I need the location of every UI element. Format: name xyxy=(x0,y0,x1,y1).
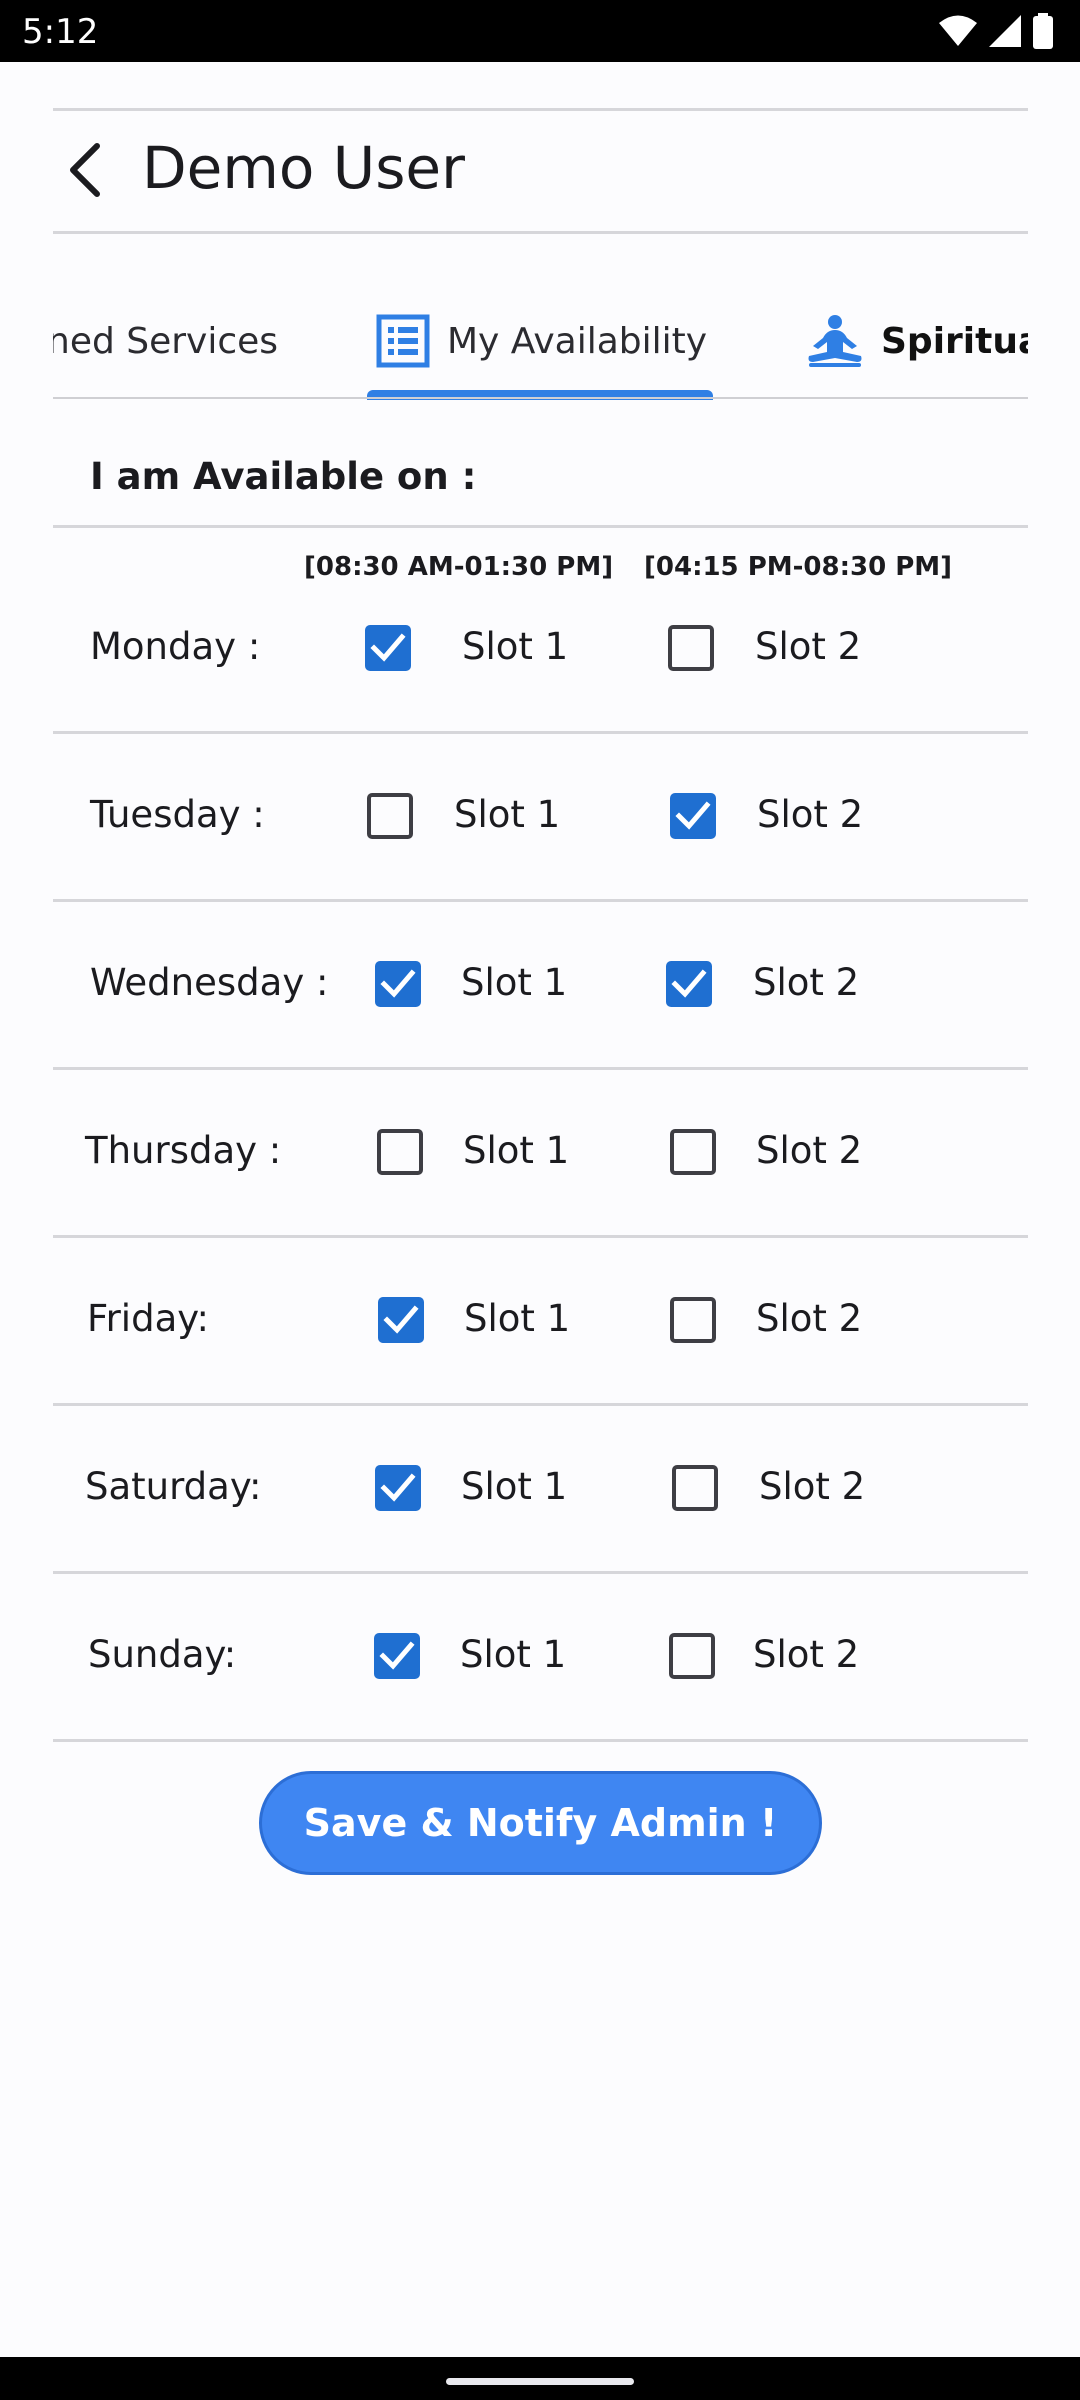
slot2-checkbox[interactable] xyxy=(666,961,712,1007)
slot1-label[interactable]: Slot 1 xyxy=(464,1297,570,1340)
day-divider xyxy=(53,1739,1028,1742)
day-row-tuesday: Tuesday : Slot 1 Slot 2 xyxy=(0,771,1080,861)
day-row-monday: Monday : Slot 1 Slot 2 xyxy=(0,603,1080,693)
day-divider xyxy=(53,1403,1028,1406)
checkmark-icon xyxy=(383,1305,419,1334)
tab-assigned-services[interactable]: ned Services xyxy=(53,282,278,400)
tab-my-availability[interactable]: My Availability xyxy=(375,282,707,400)
tab-label: ned Services xyxy=(53,320,279,362)
day-label: Saturday: xyxy=(85,1465,262,1508)
tab-spiritual[interactable]: Spiritua xyxy=(805,282,1028,400)
slot2-checkbox[interactable] xyxy=(668,625,714,671)
save-notify-admin-button[interactable]: Save & Notify Admin ! xyxy=(259,1771,822,1875)
slot2-label[interactable]: Slot 2 xyxy=(753,961,859,1004)
back-button[interactable] xyxy=(56,138,114,202)
checkmark-icon xyxy=(370,633,406,662)
day-divider xyxy=(53,1571,1028,1574)
slot1-checkbox[interactable] xyxy=(378,1297,424,1343)
day-label: Tuesday : xyxy=(90,793,265,836)
tabs-divider xyxy=(53,397,1028,399)
slot1-label[interactable]: Slot 1 xyxy=(460,1633,566,1676)
slot2-label[interactable]: Slot 2 xyxy=(756,1297,862,1340)
slot1-label[interactable]: Slot 1 xyxy=(454,793,560,836)
day-label: Sunday: xyxy=(88,1633,237,1676)
list-icon xyxy=(376,314,430,368)
slot2-checkbox[interactable] xyxy=(670,793,716,839)
status-bar: 5:12 xyxy=(0,0,1080,62)
day-row-saturday: Saturday: Slot 1 Slot 2 xyxy=(0,1443,1080,1533)
checkmark-icon xyxy=(380,1473,416,1502)
tab-label: Spiritua xyxy=(881,320,1028,362)
slot1-label[interactable]: Slot 1 xyxy=(461,1465,567,1508)
slot1-label[interactable]: Slot 1 xyxy=(462,625,568,668)
slot1-checkbox[interactable] xyxy=(377,1129,423,1175)
cellular-signal-icon xyxy=(989,15,1021,47)
slot2-label[interactable]: Slot 2 xyxy=(759,1465,865,1508)
slot2-checkbox[interactable] xyxy=(669,1633,715,1679)
slot1-checkbox[interactable] xyxy=(365,625,411,671)
page-title: Demo User xyxy=(142,134,465,202)
meditation-icon xyxy=(808,315,862,367)
slot2-label[interactable]: Slot 2 xyxy=(757,793,863,836)
home-indicator[interactable] xyxy=(446,2378,634,2385)
checkmark-icon xyxy=(380,969,416,998)
day-row-friday: Friday: Slot 1 Slot 2 xyxy=(0,1275,1080,1365)
slot2-label[interactable]: Slot 2 xyxy=(755,625,861,668)
slot2-checkbox[interactable] xyxy=(672,1465,718,1511)
status-time: 5:12 xyxy=(22,12,99,52)
day-label: Friday: xyxy=(87,1297,209,1340)
wifi-icon xyxy=(939,15,977,46)
day-divider xyxy=(53,899,1028,902)
header-top-divider xyxy=(53,108,1028,111)
slot1-checkbox[interactable] xyxy=(374,1633,420,1679)
slot1-time-range: [08:30 AM-01:30 PM] xyxy=(304,552,614,582)
day-row-wednesday: Wednesday : Slot 1 Slot 2 xyxy=(0,939,1080,1029)
slot1-label[interactable]: Slot 1 xyxy=(461,961,567,1004)
day-divider xyxy=(53,1235,1028,1238)
day-label: Thursday : xyxy=(85,1129,282,1172)
battery-icon xyxy=(1033,13,1053,49)
checkmark-icon xyxy=(379,1641,415,1670)
day-label: Monday : xyxy=(90,625,261,668)
slot1-checkbox[interactable] xyxy=(375,1465,421,1511)
checkmark-icon xyxy=(671,969,707,998)
slot2-checkbox[interactable] xyxy=(670,1129,716,1175)
day-divider xyxy=(53,1067,1028,1070)
slot2-label[interactable]: Slot 2 xyxy=(756,1129,862,1172)
header-bottom-divider xyxy=(53,231,1028,234)
day-divider xyxy=(53,731,1028,734)
tab-bar: ned Services My Availability Spiritua xyxy=(53,282,1028,400)
slot2-label[interactable]: Slot 2 xyxy=(753,1633,859,1676)
day-row-sunday: Sunday: Slot 1 Slot 2 xyxy=(0,1611,1080,1701)
tab-label: My Availability xyxy=(447,320,708,362)
status-icons xyxy=(938,12,1054,50)
availability-title-divider xyxy=(53,525,1028,528)
slot1-checkbox[interactable] xyxy=(367,793,413,839)
slot2-checkbox[interactable] xyxy=(670,1297,716,1343)
chevron-left-icon xyxy=(70,143,100,197)
slot2-time-range: [04:15 PM-08:30 PM] xyxy=(644,552,953,582)
day-row-thursday: Thursday : Slot 1 Slot 2 xyxy=(0,1107,1080,1197)
availability-title: I am Available on : xyxy=(90,455,477,498)
checkmark-icon xyxy=(675,801,711,830)
day-label: Wednesday : xyxy=(90,961,329,1004)
slot1-checkbox[interactable] xyxy=(375,961,421,1007)
slot1-label[interactable]: Slot 1 xyxy=(463,1129,569,1172)
